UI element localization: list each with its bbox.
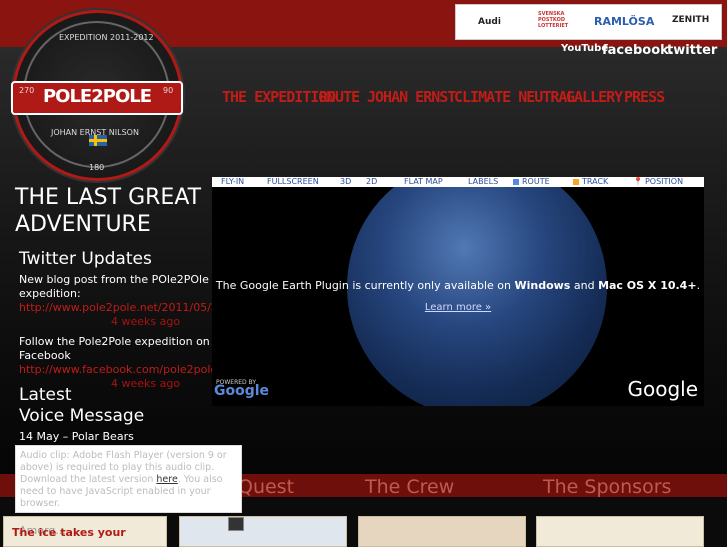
sponsor-postkod[interactable]: SVENSKA POSTKOD LOTTERIET — [538, 11, 574, 29]
tagline: THE LAST GREAT ADVENTURE — [15, 184, 215, 238]
tweet-1: New blog post from the POle2POle expedit… — [19, 273, 214, 315]
logo-band: POLE2POLE — [11, 81, 183, 115]
twitter-title: Twitter Updates — [19, 249, 152, 269]
learn-more-link[interactable]: Learn more » — [212, 302, 704, 313]
flash-download-link[interactable]: here — [156, 474, 177, 485]
nav-press[interactable]: PRESS — [624, 88, 665, 106]
tagline-line-1: THE LAST GREAT — [15, 185, 202, 210]
pole2pole-logo[interactable]: EXPEDITION 2011-2012 POLE2POLE JOHAN ERN… — [11, 10, 183, 181]
sponsor-zenith[interactable]: ZENITH — [672, 15, 709, 25]
card-4[interactable] — [536, 516, 704, 547]
nav-johan-ernst[interactable]: JOHAN ERNST — [367, 88, 456, 106]
nav-gallery[interactable]: GALLERY — [566, 88, 623, 106]
sponsor-ramlosa[interactable]: RAMLÖSA — [594, 15, 654, 28]
toolbar-position-label: POSITION — [644, 177, 684, 186]
tweet-1-text: New blog post from the POle2POle expedit… — [19, 273, 209, 300]
logo-left-number: 270 — [19, 86, 35, 95]
google-logo-small[interactable]: Google — [214, 383, 269, 399]
earth-message-pre: The Google Earth Plugin is currently onl… — [215, 279, 515, 292]
google-earth-map[interactable]: The Google Earth Plugin is currently onl… — [212, 187, 704, 406]
bottom-link-quest[interactable]: Quest — [238, 476, 294, 498]
toolbar-labels[interactable]: LABELS — [468, 177, 498, 187]
pin-icon: 📍 — [633, 177, 643, 186]
nav-route[interactable]: ROUTE — [319, 88, 360, 106]
card-1-title[interactable]: The ice takes your — [12, 526, 126, 539]
toolbar-2d[interactable]: 2D — [366, 177, 377, 187]
track-square-icon — [573, 178, 579, 185]
route-square-icon — [513, 178, 519, 185]
card-3[interactable] — [358, 516, 526, 547]
tweet-2-text: Follow the Pole2Pole expedition on Faceb… — [19, 335, 210, 362]
sponsor-audi[interactable]: Audi — [478, 17, 501, 27]
earth-message-mac: Mac OS X 10.4+ — [598, 279, 697, 292]
facebook-link[interactable]: facebook. — [602, 43, 674, 58]
voice-title-line-2: Voice Message — [19, 406, 145, 426]
flash-player-notice: Audio clip: Adobe Flash Player (version … — [15, 445, 242, 513]
tweet-1-link[interactable]: http://www.pole2pole.net/2011/05/2-reach… — [19, 301, 214, 315]
card-thumbnail-icon — [228, 517, 244, 531]
tagline-line-2: ADVENTURE — [15, 212, 151, 237]
logo-name: POLE2POLE — [42, 86, 152, 107]
bottom-link-the-crew[interactable]: The Crew — [365, 476, 454, 498]
toolbar-track[interactable]: TRACK — [573, 177, 608, 187]
map-toolbar: FLY-IN FULLSCREEN 3D 2D FLAT MAP LABELS … — [212, 177, 704, 187]
google-logo-large: Google — [627, 377, 698, 401]
toolbar-route-label: ROUTE — [522, 177, 550, 186]
earth-globe — [347, 187, 607, 406]
toolbar-3d[interactable]: 3D — [340, 177, 351, 187]
toolbar-track-label: TRACK — [582, 177, 609, 186]
earth-plugin-message: The Google Earth Plugin is currently onl… — [212, 279, 704, 292]
twitter-link[interactable]: twitter — [667, 43, 717, 58]
voice-date: 14 May – Polar Bears — [19, 430, 134, 443]
earth-message-end: . — [696, 279, 701, 292]
logo-right-number: 90 — [163, 86, 174, 95]
toolbar-route[interactable]: ROUTE — [513, 177, 550, 187]
tweet-1-ago[interactable]: 4 weeks ago — [111, 315, 180, 328]
logo-top-text: EXPEDITION 2011-2012 — [59, 33, 154, 42]
tweet-2-ago[interactable]: 4 weeks ago — [111, 377, 180, 390]
earth-message-and: and — [570, 279, 599, 292]
earth-message-windows: Windows — [514, 279, 571, 292]
toolbar-fullscreen[interactable]: FULLSCREEN — [267, 177, 319, 187]
nav-the-expedition[interactable]: THE EXPEDITION — [222, 88, 335, 106]
card-2[interactable] — [179, 516, 347, 547]
tweet-2-link[interactable]: http://www.facebook.com/pole2pole — [19, 363, 214, 377]
swedish-flag-icon — [89, 135, 107, 146]
sponsor-box: Audi SVENSKA POSTKOD LOTTERIET RAMLÖSA Z… — [455, 4, 722, 40]
nav-climate-neutral[interactable]: CLIMATE NEUTRAL — [454, 88, 575, 106]
toolbar-position[interactable]: 📍 POSITION — [633, 177, 683, 187]
tweet-2: Follow the Pole2Pole expedition on Faceb… — [19, 335, 214, 377]
logo-bottom-number: 180 — [89, 163, 105, 172]
toolbar-flat-map[interactable]: FLAT MAP — [404, 177, 443, 187]
bottom-link-the-sponsors[interactable]: The Sponsors — [543, 476, 671, 498]
voice-title-line-1: Latest — [19, 385, 72, 405]
toolbar-fly-in[interactable]: FLY-IN — [221, 177, 244, 187]
